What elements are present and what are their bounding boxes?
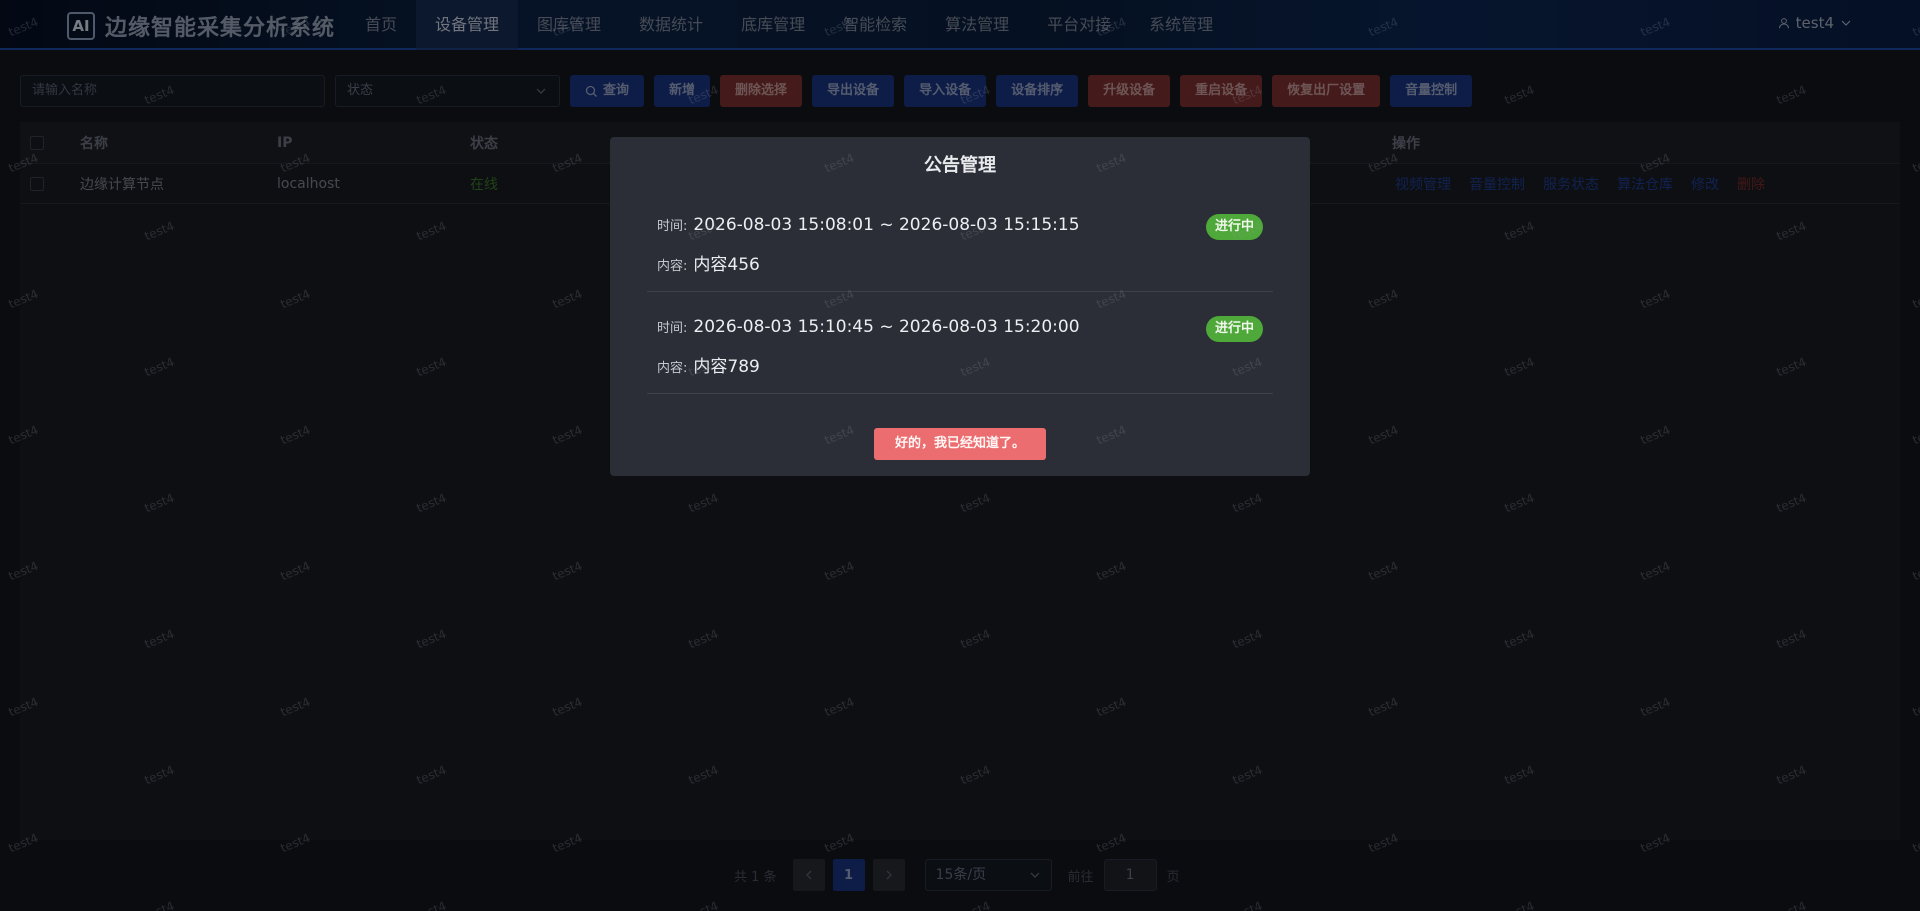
notice-time-label: 时间: — [657, 321, 688, 336]
modal-title: 公告管理 — [924, 155, 996, 176]
notice-item: 时间: 2026-08-03 15:08:01 ~ 2026-08-03 15:… — [647, 191, 1273, 292]
notice-content: 内容456 — [693, 255, 760, 275]
announcement-modal: 公告管理 时间: 2026-08-03 15:08:01 ~ 2026-08-0… — [610, 137, 1310, 476]
notice-time: 2026-08-03 15:10:45 ~ 2026-08-03 15:20:0… — [693, 317, 1080, 337]
notice-time-label: 时间: — [657, 219, 688, 234]
app-page: AI 边缘智能采集分析系统 首页 设备管理 图库管理 数据统计 底库管理 智能检… — [0, 0, 1920, 911]
notice-content: 内容789 — [693, 357, 760, 377]
notice-item: 时间: 2026-08-03 15:10:45 ~ 2026-08-03 15:… — [647, 293, 1273, 394]
status-badge: 进行中 — [1205, 214, 1263, 240]
notice-content-label: 内容: — [657, 361, 688, 376]
status-badge: 进行中 — [1205, 316, 1263, 342]
notice-time: 2026-08-03 15:08:01 ~ 2026-08-03 15:15:1… — [693, 215, 1080, 235]
notice-content-label: 内容: — [657, 259, 688, 274]
acknowledge-button[interactable]: 好的，我已经知道了。 — [874, 428, 1046, 460]
